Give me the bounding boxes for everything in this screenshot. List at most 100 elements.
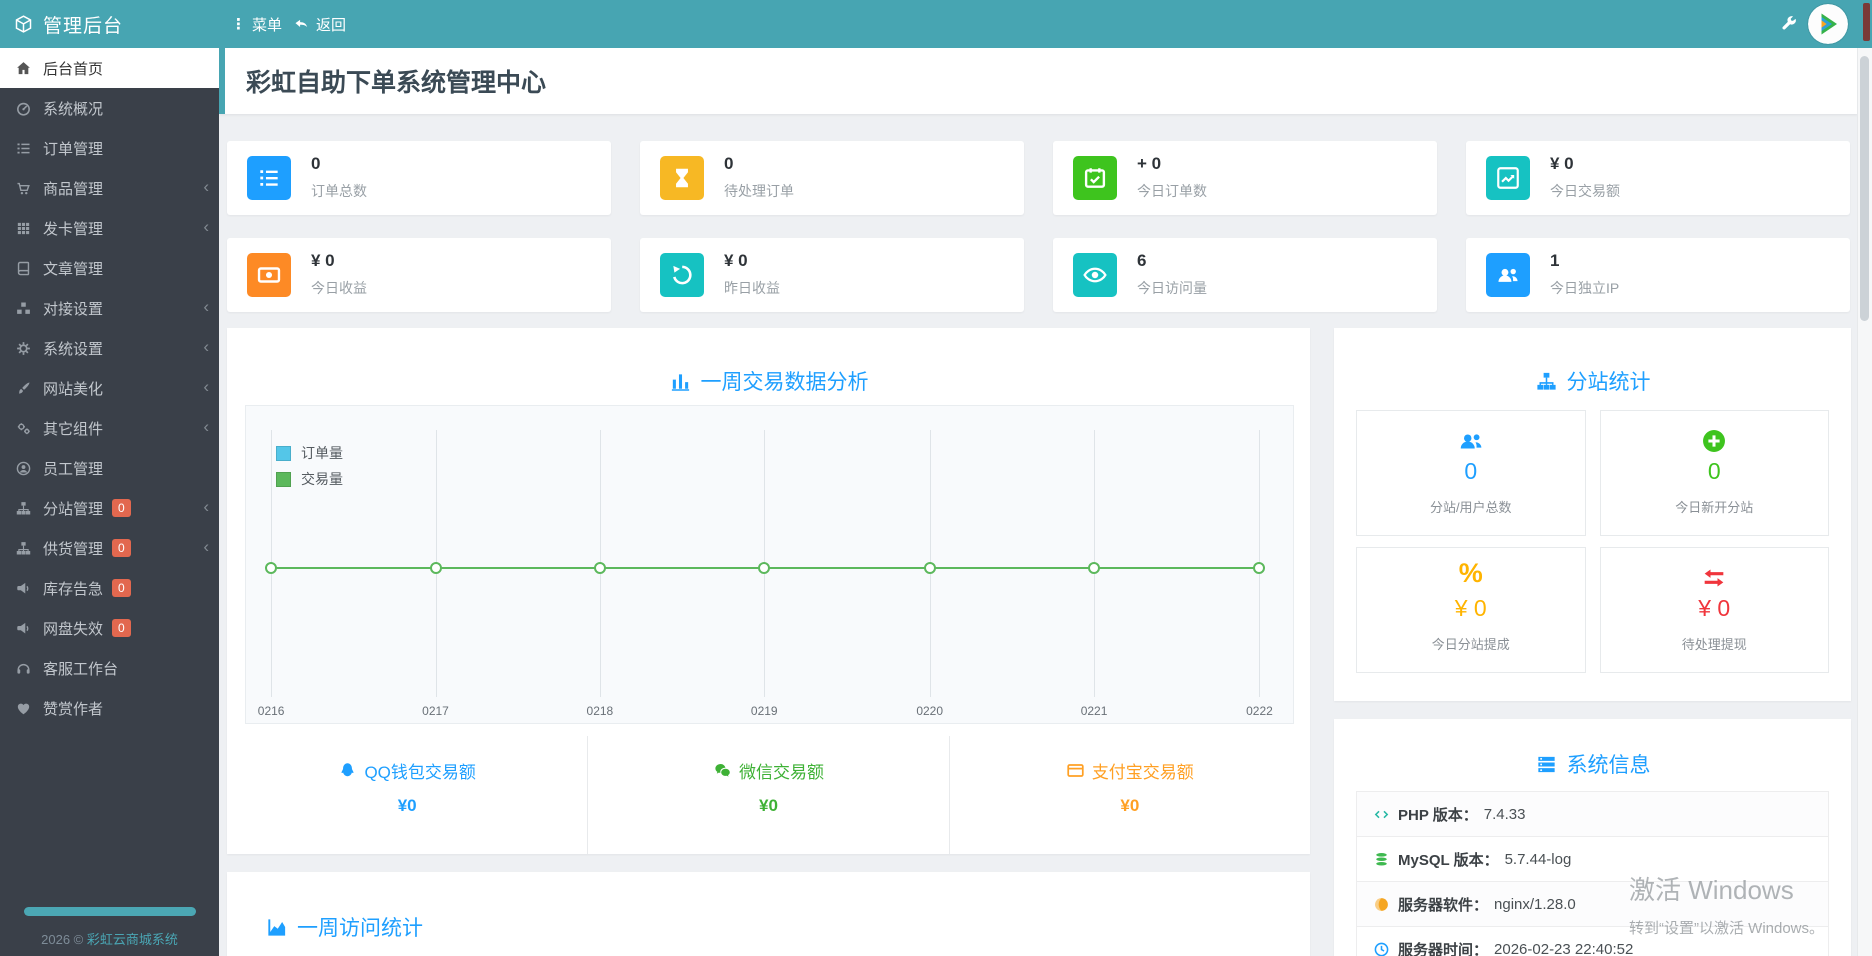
- sidebar-item-orders[interactable]: 订单管理: [0, 128, 219, 168]
- calendar-check-icon: [1073, 156, 1117, 200]
- area-chart-icon: [268, 918, 286, 936]
- stat-label: 待处理订单: [724, 183, 794, 199]
- alipay-total: 支付宝交易额 ¥0: [950, 736, 1310, 854]
- payment-label: 微信交易额: [738, 763, 824, 782]
- wechat-icon: [713, 761, 732, 780]
- wechat-total: 微信交易额 ¥0: [587, 736, 950, 854]
- substation-value: 0: [1464, 458, 1478, 484]
- cube-logo-icon: [13, 14, 34, 35]
- chevron-left-icon: ‹: [203, 497, 209, 517]
- bullhorn-icon: [15, 580, 32, 597]
- legend-swatch: [276, 445, 291, 461]
- stat-value: ¥ 0: [1550, 154, 1574, 173]
- stat-value: ¥ 0: [311, 251, 335, 270]
- legend-swatch: [276, 471, 291, 487]
- sidebar-item-staff[interactable]: 员工管理: [0, 448, 219, 488]
- exchange-icon: [1704, 569, 1724, 587]
- gear-icon: [15, 340, 32, 357]
- x-axis-label: 0222: [1246, 704, 1273, 718]
- chevron-left-icon: ‹: [203, 217, 209, 237]
- menu-button[interactable]: ⋮ 菜单: [231, 0, 282, 48]
- dashboard-icon: [15, 100, 32, 117]
- sidebar-scroll-indicator[interactable]: [23, 907, 196, 916]
- stat-card-yesterday-income: ¥ 0 昨日收益: [640, 238, 1024, 312]
- sidebar-item-label: 分站管理: [43, 500, 104, 518]
- headset-icon: [15, 660, 32, 677]
- sidebar-item-label: 订单管理: [43, 140, 104, 158]
- page-header: 彩虹自助下单系统管理中心: [219, 48, 1858, 114]
- wrench-icon[interactable]: [1779, 14, 1798, 33]
- system-info-title-text: 系统信息: [1566, 754, 1651, 777]
- stat-label: 今日交易额: [1550, 183, 1620, 199]
- legend-label: 订单量: [301, 445, 343, 461]
- payment-value: ¥0: [397, 796, 417, 815]
- stat-card-today-visits: 6 今日访问量: [1053, 238, 1437, 312]
- data-point: [429, 562, 442, 574]
- data-point: [758, 562, 771, 574]
- money-icon: [247, 253, 291, 297]
- sidebar-item-integrations[interactable]: 对接设置 ‹: [0, 288, 219, 328]
- sidebar-item-overview[interactable]: 系统概况: [0, 88, 219, 128]
- brand-link[interactable]: 彩虹云商城系统: [87, 932, 178, 947]
- sidebar-item-substations[interactable]: 分站管理 0 ‹: [0, 488, 219, 528]
- sidebar-item-label: 对接设置: [43, 300, 104, 318]
- sidebar-item-low-stock[interactable]: 库存告急 0: [0, 568, 219, 608]
- sidebar-item-cards[interactable]: 发卡管理 ‹: [0, 208, 219, 248]
- cart-icon: [15, 180, 32, 197]
- sidebar-item-label: 商品管理: [43, 180, 104, 198]
- count-badge: 0: [112, 539, 131, 557]
- legend-item-orders[interactable]: 订单量: [276, 440, 343, 466]
- scrollbar-thumb[interactable]: [1860, 56, 1869, 321]
- sidebar-footer: 2026 © 彩虹云商城系统: [0, 907, 219, 948]
- legend-label: 交易量: [301, 471, 343, 487]
- sidebar-item-dead-links[interactable]: 网盘失效 0: [0, 608, 219, 648]
- sidebar-item-beautify[interactable]: 网站美化 ‹: [0, 368, 219, 408]
- sidebar-item-label: 发卡管理: [43, 220, 104, 238]
- sidebar-item-settings[interactable]: 系统设置 ‹: [0, 328, 219, 368]
- history-icon: [660, 253, 704, 297]
- payment-label: 支付宝交易额: [1091, 763, 1194, 782]
- vertical-scrollbar[interactable]: [1857, 48, 1872, 956]
- gears-icon: [15, 420, 32, 437]
- back-label: 返回: [316, 16, 347, 34]
- app-logo-icon[interactable]: [1808, 4, 1848, 44]
- ordered-list-icon: [247, 156, 291, 200]
- stat-label: 今日订单数: [1137, 183, 1207, 199]
- sitemap-icon: [15, 540, 32, 557]
- sidebar-item-support-desk[interactable]: 客服工作台: [0, 648, 219, 688]
- chart-title: 一周交易数据分析: [700, 371, 869, 394]
- sidebar-item-products[interactable]: 商品管理 ‹: [0, 168, 219, 208]
- sidebar-item-suppliers[interactable]: 供货管理 0 ‹: [0, 528, 219, 568]
- sidebar-item-label: 网盘失效: [43, 620, 104, 638]
- server-icon: [1537, 756, 1555, 772]
- code-icon: [1374, 810, 1389, 818]
- x-axis-label: 0218: [586, 704, 614, 718]
- sidebar-item-label: 其它组件: [43, 420, 104, 438]
- payment-label: QQ钱包交易额: [364, 763, 476, 782]
- sidebar-item-label: 客服工作台: [43, 660, 119, 678]
- brand[interactable]: 管理后台: [13, 0, 123, 48]
- legend-item-transactions[interactable]: 交易量: [276, 466, 343, 492]
- data-point: [593, 562, 606, 574]
- x-axis-label: 0221: [1080, 704, 1108, 718]
- sidebar-item-donate[interactable]: 赞赏作者: [0, 688, 219, 728]
- main-content: 彩虹自助下单系统管理中心 0 订单总数 0 待处理订单 + 0 今日订单数 ¥ …: [219, 48, 1858, 956]
- substation-label: 分站/用户总数: [1429, 500, 1512, 515]
- sidebar-item-home[interactable]: 后台首页: [0, 48, 219, 88]
- sidebar-item-label: 库存告急: [43, 580, 104, 598]
- admin-dashboard: 管理后台 ⋮ 菜单 返回 后台首页 系统概况 订单管理 商品管理 ‹ 发卡管理 …: [0, 0, 1872, 956]
- stat-label: 今日独立IP: [1550, 280, 1620, 296]
- sidebar-item-label: 供货管理: [43, 540, 104, 558]
- x-axis-label: 0217: [422, 704, 449, 718]
- substation-label: 今日分站提成: [1431, 637, 1510, 652]
- sysinfo-value: nginx/1.28.0: [1494, 895, 1576, 913]
- chevron-left-icon: ‹: [203, 297, 209, 317]
- sysinfo-value: 2026-02-23 22:40:52: [1494, 940, 1634, 956]
- sidebar-item-components[interactable]: 其它组件 ‹: [0, 408, 219, 448]
- stat-value: 0: [311, 154, 321, 173]
- x-axis-label: 0220: [916, 704, 944, 718]
- back-button[interactable]: 返回: [293, 0, 346, 48]
- chart-legend: 订单量 交易量: [276, 440, 343, 492]
- sidebar-item-articles[interactable]: 文章管理: [0, 248, 219, 288]
- heart-icon: [15, 700, 32, 717]
